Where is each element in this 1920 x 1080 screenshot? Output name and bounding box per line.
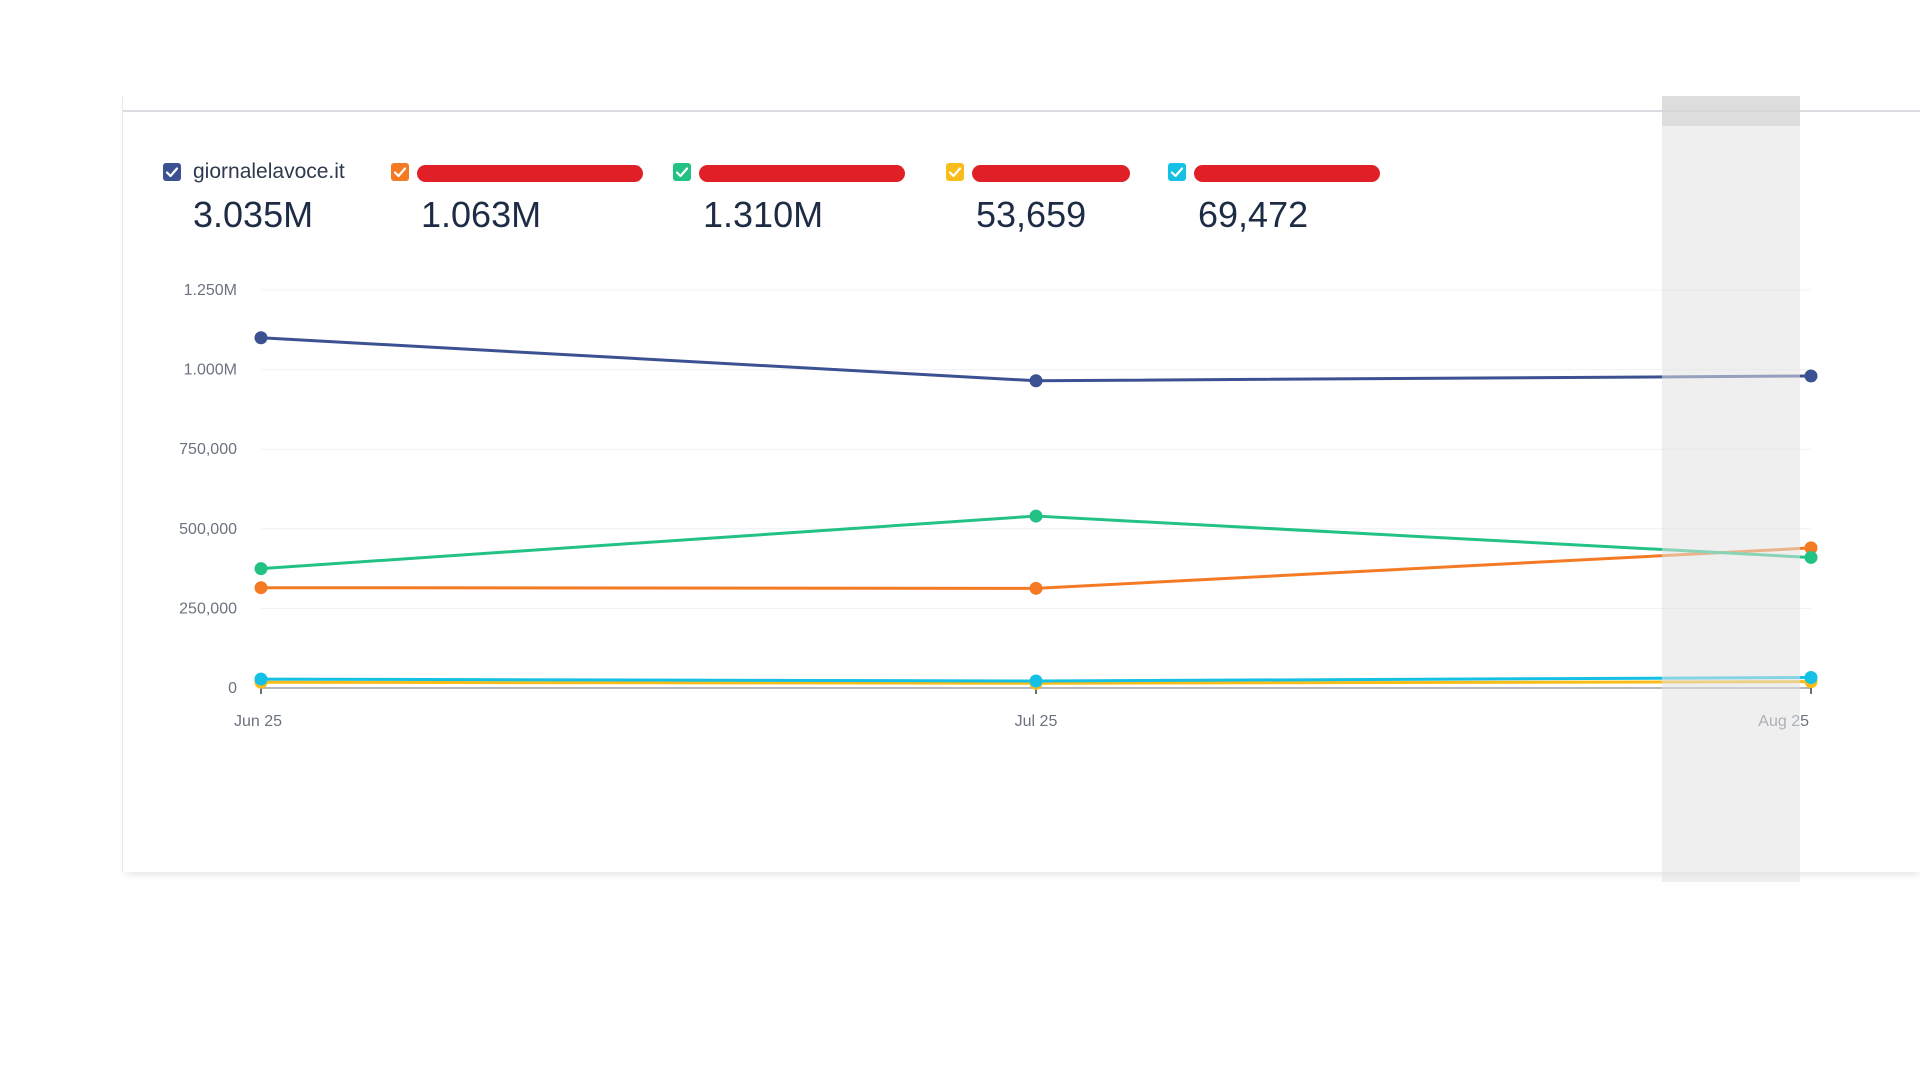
data-point <box>254 331 268 345</box>
y-axis-ticks: 0 250,000 500,000 750,000 1.000M 1.250M <box>179 282 237 697</box>
y-tick-label: 250,000 <box>179 600 237 617</box>
series-5 <box>254 670 1818 688</box>
data-point <box>1029 509 1043 523</box>
y-tick-label: 0 <box>228 680 237 697</box>
data-point <box>1804 550 1818 564</box>
data-point <box>254 672 268 686</box>
data-point <box>1029 674 1043 688</box>
scroll-overlay-header <box>1662 96 1800 126</box>
data-point <box>1804 670 1818 684</box>
data-point <box>254 562 268 576</box>
scroll-overlay[interactable] <box>1662 96 1800 882</box>
data-point <box>1804 369 1818 383</box>
y-tick-label: 1.000M <box>184 362 237 379</box>
series-2 <box>254 541 1818 595</box>
x-tick-label: Jun 25 <box>234 713 282 730</box>
line-chart: 0 250,000 500,000 750,000 1.000M 1.250M Jun 2… <box>179 282 1818 730</box>
data-point <box>1029 581 1043 595</box>
y-tick-label: 500,000 <box>179 521 237 538</box>
chart-card: giornalelavoce.it 3.035M 1.063M 1.310M 5… <box>122 96 1920 872</box>
x-axis: Jun 25Jul 25Aug 25 <box>234 687 1812 730</box>
y-tick-label: 1.250M <box>184 282 237 299</box>
data-point <box>1029 374 1043 388</box>
x-tick-label: Jul 25 <box>1015 713 1058 730</box>
series-1 <box>254 331 1818 388</box>
y-tick-label: 750,000 <box>179 441 237 458</box>
series-3 <box>254 509 1818 576</box>
series-lines <box>254 331 1818 690</box>
data-point <box>254 581 268 595</box>
